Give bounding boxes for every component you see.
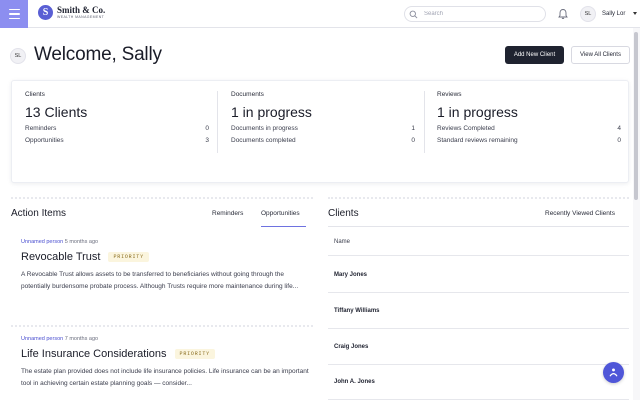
scrollbar-thumb[interactable] bbox=[634, 32, 638, 200]
logo[interactable]: S Smith & Co. WEALTH MANAGEMENT bbox=[38, 5, 105, 20]
divider bbox=[217, 91, 218, 153]
priority-badge: PRIORITY bbox=[174, 349, 215, 359]
bell-icon[interactable] bbox=[557, 8, 569, 20]
help-button[interactable] bbox=[603, 362, 624, 383]
action-item[interactable]: Unnamed person 7 months ago Life Insuran… bbox=[21, 336, 311, 390]
documents-stat[interactable]: Documents 1 in progress Documents in pro… bbox=[231, 91, 415, 144]
divider bbox=[328, 197, 629, 199]
divider bbox=[424, 91, 425, 153]
tab-recently-viewed-clients[interactable]: Recently Viewed Clients bbox=[545, 210, 615, 217]
caret-down-icon[interactable] bbox=[633, 12, 637, 15]
stat-row: Opportunities 3 bbox=[25, 137, 209, 144]
view-all-clients-button[interactable]: View All Clients bbox=[571, 46, 630, 64]
action-item-title[interactable]: Revocable Trust bbox=[21, 251, 100, 263]
logo-name: Smith & Co. bbox=[57, 4, 106, 15]
welcome-avatar: SL bbox=[10, 48, 26, 64]
action-item-description: A Revocable Trust allows assets to be tr… bbox=[21, 271, 299, 290]
stat-label: Clients bbox=[25, 91, 45, 98]
help-icon bbox=[609, 368, 618, 377]
stat-label: Reviews bbox=[437, 91, 462, 98]
top-bar: S Smith & Co. WEALTH MANAGEMENT SL Sally… bbox=[0, 0, 640, 28]
search-icon bbox=[409, 10, 418, 18]
reviews-stat[interactable]: Reviews 1 in progress Reviews Completed 4… bbox=[437, 91, 621, 144]
action-item[interactable]: Unnamed person 5 months ago Revocable Tr… bbox=[21, 239, 311, 293]
stat-value: 13 Clients bbox=[25, 104, 88, 120]
action-item-title[interactable]: Life Insurance Considerations bbox=[21, 348, 167, 360]
client-row[interactable]: John A. Jones bbox=[328, 364, 629, 400]
divider bbox=[328, 226, 629, 227]
tab-reminders[interactable]: Reminders bbox=[212, 210, 243, 217]
clients-stat[interactable]: Clients 13 Clients Reminders 0 Opportunit… bbox=[25, 91, 209, 144]
stat-row: Standard reviews remaining 0 bbox=[437, 137, 621, 144]
search-box[interactable] bbox=[404, 6, 546, 22]
tab-opportunities[interactable]: Opportunities bbox=[261, 210, 300, 217]
stat-value: 1 in progress bbox=[437, 104, 518, 120]
person-link[interactable]: Unnamed person bbox=[21, 239, 63, 245]
client-row[interactable]: Tiffany Williams bbox=[328, 293, 629, 329]
priority-badge: PRIORITY bbox=[108, 252, 149, 262]
user-name[interactable]: Sally Lor bbox=[602, 11, 625, 17]
stat-row: Documents completed 0 bbox=[231, 137, 415, 144]
page-title: Welcome, Sally bbox=[34, 44, 162, 65]
divider bbox=[11, 325, 313, 327]
action-item-meta: Unnamed person 5 months ago bbox=[21, 239, 99, 245]
stat-row: Reviews Completed 4 bbox=[437, 125, 621, 132]
logo-mark: S bbox=[38, 5, 53, 20]
person-link[interactable]: Unnamed person bbox=[21, 336, 63, 342]
divider bbox=[11, 197, 313, 199]
stat-row: Documents in progress 1 bbox=[231, 125, 415, 132]
stat-label: Documents bbox=[231, 91, 264, 98]
client-row[interactable]: Craig Jones bbox=[328, 329, 629, 365]
action-item-description: The estate plan provided does not includ… bbox=[21, 368, 309, 387]
search-input[interactable] bbox=[424, 11, 534, 17]
stat-value: 1 in progress bbox=[231, 104, 312, 120]
add-new-client-button[interactable]: Add New Client bbox=[505, 46, 564, 64]
logo-subtitle: WEALTH MANAGEMENT bbox=[57, 14, 105, 19]
client-row[interactable]: Mary Jones bbox=[328, 257, 629, 293]
action-item-meta: Unnamed person 7 months ago bbox=[21, 336, 99, 342]
stats-card: Clients 13 Clients Reminders 0 Opportunit… bbox=[11, 80, 629, 183]
menu-icon[interactable] bbox=[0, 0, 28, 28]
action-items-title: Action Items bbox=[11, 208, 67, 219]
active-tab-indicator bbox=[261, 226, 306, 227]
clients-title: Clients bbox=[328, 208, 359, 219]
column-header-name[interactable]: Name bbox=[328, 229, 629, 256]
stat-row: Reminders 0 bbox=[25, 125, 209, 132]
user-avatar[interactable]: SL bbox=[580, 6, 596, 22]
